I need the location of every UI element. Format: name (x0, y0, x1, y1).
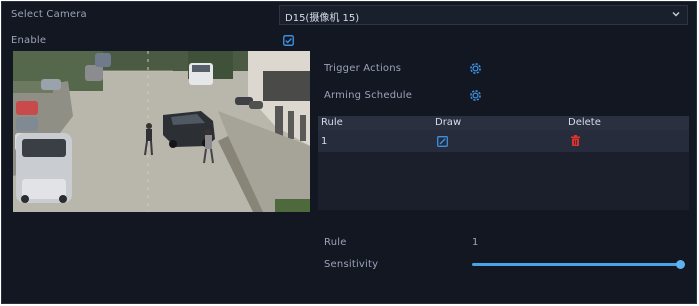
enable-checkbox[interactable] (283, 35, 294, 46)
table-row[interactable]: 1 (318, 130, 689, 152)
chevron-down-icon (672, 12, 680, 17)
row-rule-number: 1 (321, 136, 328, 147)
camera-preview[interactable] (13, 51, 310, 212)
header-delete: Delete (568, 117, 601, 128)
trigger-actions-label: Trigger Actions (324, 63, 402, 74)
sensitivity-label: Sensitivity (324, 259, 379, 270)
sensitivity-slider-track[interactable] (472, 263, 682, 266)
camera-scene-image (13, 51, 310, 212)
sensitivity-slider-handle[interactable] (676, 260, 685, 269)
rules-table: Rule Draw Delete 1 (318, 116, 689, 210)
draw-edit-icon[interactable] (437, 136, 448, 147)
header-draw: Draw (435, 117, 462, 128)
trigger-actions-gear-icon[interactable] (469, 62, 482, 75)
camera-select[interactable]: D15(摄像机 15) (279, 5, 688, 25)
header-rule: Rule (321, 117, 343, 128)
camera-select-value: D15(摄像机 15) (285, 13, 360, 24)
rules-table-header: Rule Draw Delete (318, 116, 689, 130)
rule-value: 1 (472, 237, 479, 248)
arming-schedule-label: Arming Schedule (324, 90, 413, 101)
rule-label: Rule (324, 237, 347, 248)
arming-schedule-gear-icon[interactable] (469, 89, 482, 102)
enable-label: Enable (11, 35, 47, 46)
select-camera-label: Select Camera (11, 9, 87, 20)
delete-trash-icon[interactable] (570, 135, 581, 146)
